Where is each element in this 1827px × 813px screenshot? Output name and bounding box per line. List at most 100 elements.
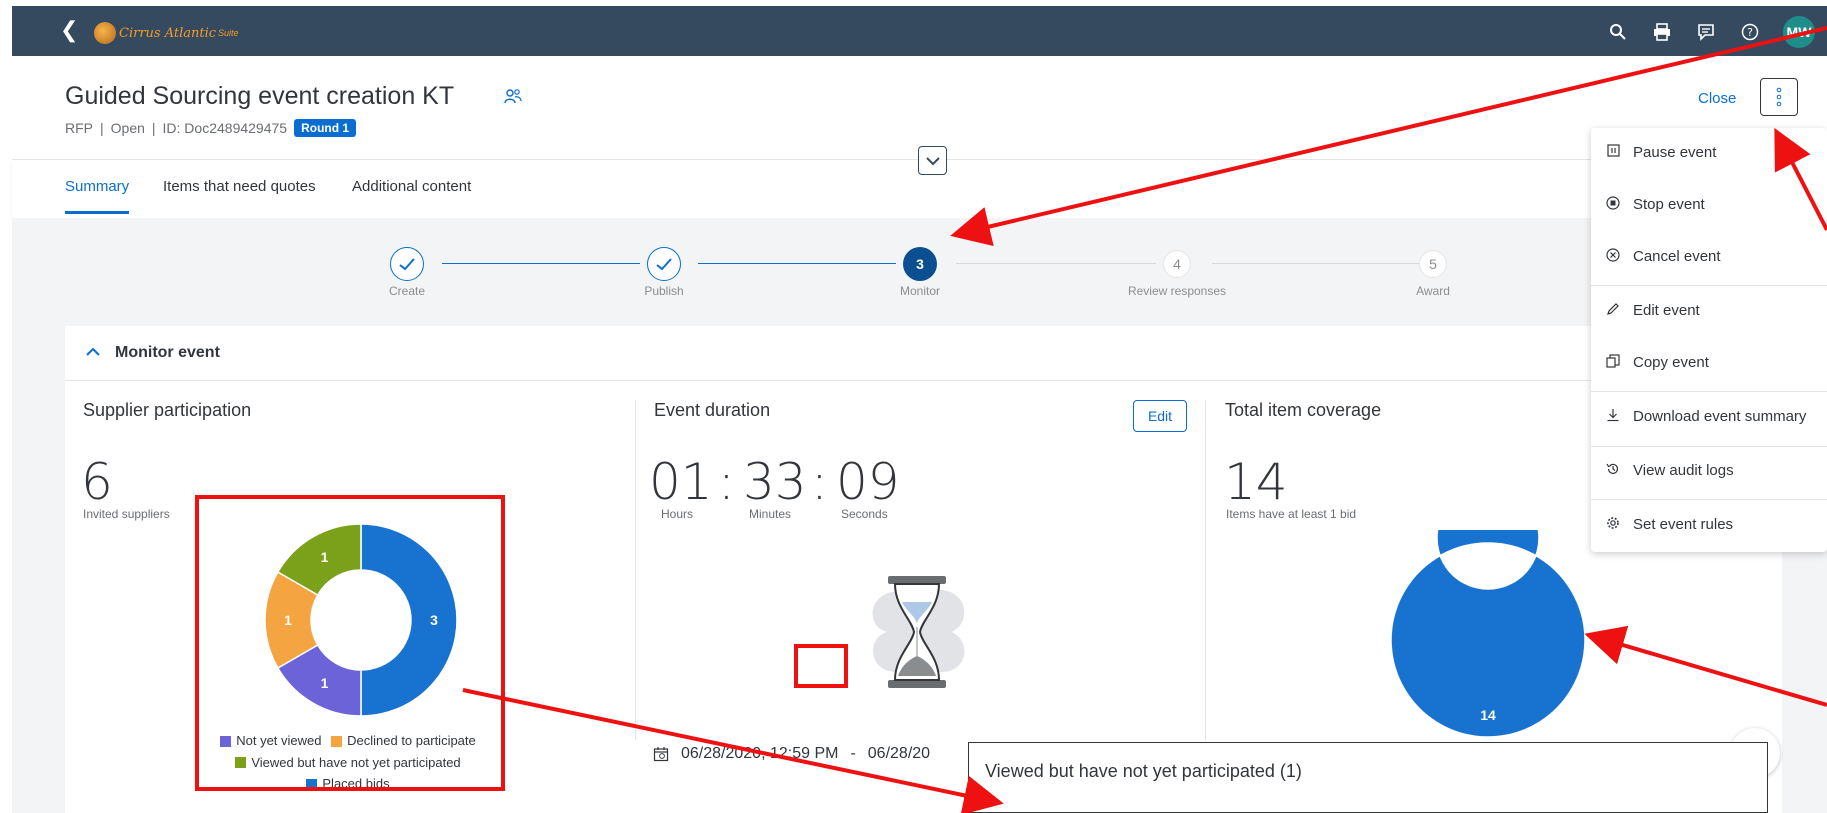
panel-title: Monitor event [115,344,220,361]
invited-suppliers-label: Invited suppliers [83,507,170,521]
print-icon[interactable] [1651,21,1673,43]
close-button[interactable]: Close [1698,90,1736,107]
donut-data-label: 1 [321,549,329,565]
company-logo[interactable]: Cirrus Atlantic Suite [94,18,239,48]
menu-edit-event[interactable]: Edit event [1591,288,1827,332]
participants-icon[interactable] [504,88,522,109]
menu-separator [1591,285,1827,286]
step-connector [1212,263,1426,264]
meta-separator: | [151,120,156,136]
event-start-date: 06/28/2020, 12:59 PM [681,745,839,762]
tab-summary[interactable]: Summary [65,178,130,214]
legend-item: Placed bids [306,774,390,794]
gear-icon [1605,516,1621,533]
menu-stop-event[interactable]: Stop event [1591,182,1827,226]
menu-item-label: Download event summary [1633,407,1807,425]
invited-suppliers-count: 6 [81,453,113,511]
items-coverage-label: Items have at least 1 bid [1226,507,1357,521]
menu-copy-event[interactable]: Copy event [1591,340,1827,384]
more-vertical-icon [1776,87,1782,107]
duration-hours: 01 [649,453,713,511]
duration-seconds: 09 [836,453,900,511]
hours-label: Hours [661,507,694,521]
user-avatar[interactable]: MW [1783,16,1815,48]
menu-item-label: Copy event [1633,353,1709,371]
menu-separator [1591,499,1827,500]
check-icon [656,257,672,270]
step-connector [698,263,896,264]
step-review-responses[interactable]: 4 [1163,250,1191,278]
edit-duration-button[interactable]: Edit [1133,400,1187,432]
menu-pause-event[interactable]: Pause event [1591,130,1827,174]
popover-title: Viewed but have not yet participated (1) [985,761,1302,781]
event-status: Open [110,120,145,136]
cancel-icon [1605,247,1621,265]
menu-download-event-summary[interactable]: Download event summary [1591,394,1827,438]
donut-slice[interactable] [1390,530,1586,738]
logo-text: Cirrus Atlantic [119,25,217,41]
tab-additional-content[interactable]: Additional content [352,178,471,211]
menu-item-label: Cancel event [1633,247,1721,265]
object-header: Guided Sourcing event creation KT RFP | … [12,56,1827,160]
segment-details-popover: Viewed but have not yet participated (1) [968,742,1768,813]
menu-item-label: Pause event [1633,143,1717,161]
feedback-icon[interactable] [1695,21,1717,43]
download-icon [1605,408,1621,425]
legend-swatch [220,735,232,747]
donut-data-label: 14 [1480,707,1496,723]
step-award[interactable]: 5 [1419,250,1447,278]
menu-separator [1591,446,1827,447]
menu-item-label: View audit logs [1633,461,1734,479]
chevron-down-icon [925,156,940,165]
donut-slice[interactable] [360,523,458,717]
search-icon[interactable] [1607,21,1629,43]
round-badge: Round 1 [294,119,357,137]
process-stepper: Create Publish 3 Monitor 4 Review respon… [12,218,1827,326]
panel-header[interactable]: Monitor event [65,326,1782,381]
menu-set-event-rules[interactable]: Set event rules [1591,502,1827,546]
edit-icon [1605,302,1621,319]
meta-separator: | [100,120,104,136]
menu-separator [1591,391,1827,392]
svg-text:?: ? [1747,26,1753,39]
supplier-legend: Not yet viewed Declined to participate V… [196,731,500,796]
step-label: Monitor [899,284,940,298]
legend-label: Not yet viewed [236,733,322,748]
card-divider [1205,400,1206,740]
step-publish[interactable] [647,247,681,281]
step-label: Publish [644,284,684,298]
shell-bar: ❮ Cirrus Atlantic Suite ? MW [12,6,1827,56]
time-colon: : [718,453,735,511]
copy-icon [1605,353,1621,371]
event-duration-title: Event duration [654,400,771,420]
collapse-header-button[interactable] [918,146,947,175]
tab-items-that-need-quotes[interactable]: Items that need quotes [163,178,316,211]
legend-label: Placed bids [322,776,390,791]
step-label: Create [388,284,426,298]
step-create[interactable] [390,247,424,281]
menu-view-audit-logs[interactable]: View audit logs [1591,448,1827,492]
step-label: Award [1416,284,1450,298]
legend-label: Declined to participate [347,733,476,748]
help-icon[interactable]: ? [1739,21,1761,43]
item-coverage-donut: 14 [1390,530,1586,738]
menu-cancel-event[interactable]: Cancel event [1591,234,1827,278]
history-icon [1605,462,1621,479]
chevron-up-icon[interactable] [86,344,100,360]
legend-item: Not yet viewed [220,731,322,751]
event-meta: RFP | Open | ID: Doc2489429475 Round 1 [65,119,357,137]
pause-icon [1605,144,1621,160]
stop-icon [1605,195,1621,213]
duration-minutes: 33 [743,453,807,511]
items-coverage-count: 14 [1224,453,1288,511]
logo-mark-icon [94,22,116,44]
back-icon[interactable]: ❮ [60,17,82,43]
donut-data-label: 1 [284,612,292,628]
event-end-date: 06/28/20 [867,745,931,762]
step-monitor[interactable]: 3 [903,247,937,281]
time-colon: : [811,453,828,511]
supplier-participation-donut: 3 1 1 1 [264,523,458,717]
page-title: Guided Sourcing event creation KT [65,82,455,110]
more-actions-button[interactable] [1760,78,1798,116]
donut-data-label: 1 [321,675,329,691]
